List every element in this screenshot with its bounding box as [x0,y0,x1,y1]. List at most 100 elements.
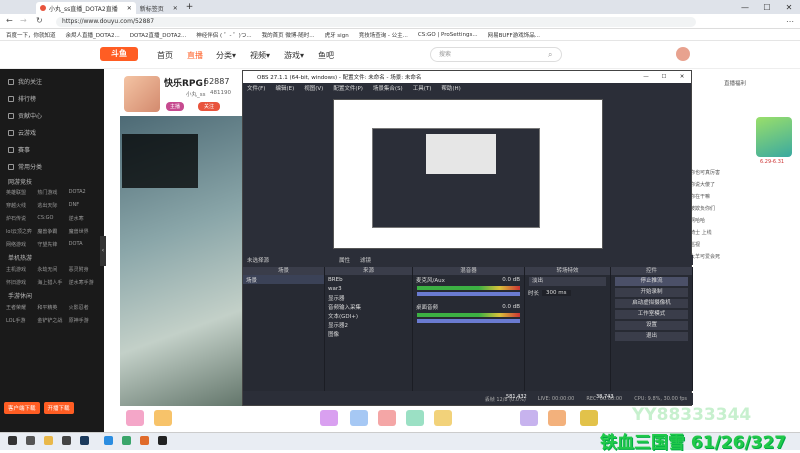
category-link[interactable]: 网络游戏 [6,241,35,248]
category-link[interactable]: 炉石传说 [6,215,35,222]
app-icon[interactable] [122,436,131,445]
maximize-icon[interactable]: ☐ [756,3,778,12]
follow-button[interactable]: 关注 [198,102,221,111]
tab-new[interactable]: 新标签页 ✕ [136,2,182,14]
nav-game[interactable]: 游戏▾ [284,50,304,61]
menu-item[interactable]: 视图(V) [304,84,323,92]
category-link[interactable]: lol云顶之弈 [6,228,35,235]
sidebar-item-follow[interactable]: 我的关注 [0,73,104,90]
gift-item[interactable] [434,410,452,426]
minimize-icon[interactable]: — [734,3,756,12]
category-link[interactable]: 永劫无间 [37,266,66,273]
bookmark-item[interactable]: CS:GO | ProSettings... [418,32,478,38]
streamer-avatar[interactable] [124,76,160,112]
bookmark-item[interactable]: 神经伴侣 ( ゜- ゜)つ... [196,31,251,39]
site-logo[interactable]: 斗鱼 [100,47,138,61]
category-link[interactable]: DNF [69,202,98,209]
sidebar-item-contrib[interactable]: 贡献中心 [0,107,104,124]
source-item[interactable]: war3 [325,284,412,293]
volume-slider[interactable] [417,319,520,323]
close-icon[interactable]: ✕ [173,5,178,12]
category-link[interactable]: 主机游戏 [6,266,35,273]
tab-douyu[interactable]: 小丸_ss直播_DOTA2直播 ✕ [36,2,136,14]
gift-item[interactable] [350,410,368,426]
bookmark-item[interactable]: 虎牙 sign [325,31,349,39]
category-link[interactable]: DOTA [69,241,98,248]
volume-slider[interactable] [417,292,520,296]
menu-item[interactable]: 文件(F) [247,84,265,92]
category-link[interactable]: 热门游戏 [37,189,66,196]
broadcast-download-button[interactable]: 开播下载 [43,402,74,414]
category-link[interactable]: 海上猎人手 [37,279,66,286]
bookmark-item[interactable]: 竞技场查询 - 公主... [359,31,408,39]
studio-mode-button[interactable]: 工作室模式 [615,310,688,319]
category-link[interactable]: LOL手游 [6,317,35,324]
bookmark-item[interactable]: 我的首页 微博-随时... [262,31,315,39]
category-link[interactable]: 和平精英 [37,304,66,311]
sidebar-item-cloud[interactable]: 云游戏 [0,124,104,141]
sidebar-item-rank[interactable]: 排行榜 [0,90,104,107]
category-link[interactable]: 逃出天际 [37,202,66,209]
category-link[interactable]: 魔兽争霸 [37,228,66,235]
gift-item[interactable] [406,410,424,426]
category-link[interactable]: 英雄联盟 [6,189,35,196]
sidebar-item-events[interactable]: 赛事 [0,141,104,158]
category-link[interactable]: 魔兽世界 [69,228,98,235]
streamer-name[interactable]: 小丸_ss [186,90,205,98]
gift-item[interactable] [154,410,172,426]
forward-icon[interactable]: → [20,16,27,25]
menu-item[interactable]: 编辑(E) [275,84,294,92]
menu-dots-icon[interactable]: ⋯ [786,17,794,26]
source-item[interactable]: 音频输入采集 [325,302,412,311]
minimize-icon[interactable]: — [637,74,655,80]
category-link[interactable]: 恶灵附身 [69,266,98,273]
search-icon[interactable]: ⌕ [548,50,552,60]
category-link[interactable]: 逆水寒 [69,215,98,222]
obs-preview[interactable] [333,99,603,249]
user-avatar[interactable] [676,47,690,61]
back-icon[interactable]: ← [6,16,13,25]
nav-category[interactable]: 分类▾ [216,50,236,61]
category-link[interactable]: 王者荣耀 [6,304,35,311]
start-record-button[interactable]: 开始录制 [615,288,688,297]
virtual-camera-button[interactable]: 启动虚拟摄像机 [615,299,688,308]
gift-item[interactable] [520,410,538,426]
source-item[interactable]: BREb [325,275,412,284]
reload-icon[interactable]: ↻ [36,16,43,25]
search-input[interactable]: 搜索 [430,47,562,62]
gift-item[interactable] [580,410,598,426]
category-link[interactable]: 穿越火线 [6,202,35,209]
close-icon[interactable]: ✕ [673,74,691,80]
stop-stream-button[interactable]: 停止推流 [615,277,688,286]
source-item[interactable]: 文本(GDI+) [325,311,412,320]
obs-icon[interactable] [158,436,167,445]
category-link[interactable]: 火影忍者 [69,304,98,311]
rank-label[interactable]: 直播福利 [724,79,746,87]
steam-icon[interactable] [80,436,89,445]
menu-item[interactable]: 场景集合(S) [373,84,403,92]
gift-item[interactable] [378,410,396,426]
menu-item[interactable]: 工具(T) [413,84,432,92]
bookmark-item[interactable]: DOTA2直播_DOTA2... [130,31,187,39]
category-link[interactable]: 守望先锋 [37,241,66,248]
scene-item[interactable]: 场景 [243,275,324,284]
nav-video[interactable]: 视频▾ [250,50,270,61]
category-link[interactable]: 原神手游 [69,317,98,324]
close-window-icon[interactable]: ✕ [778,3,800,12]
maximize-icon[interactable]: ☐ [655,74,673,80]
category-link[interactable]: DOTA2 [69,189,98,196]
stream-video[interactable] [120,116,242,412]
file-explorer-icon[interactable] [44,436,53,445]
category-link[interactable]: CS:GO [37,215,66,222]
nav-home[interactable]: 首页 [157,50,173,61]
bookmark-item[interactable]: 百度一下，你就知道 [6,31,56,39]
app-icon[interactable] [62,436,71,445]
filters-button[interactable]: 滤镜 [360,256,371,264]
source-item[interactable]: 图像 [325,329,412,338]
client-download-button[interactable]: 客户端下载 [4,402,40,414]
menu-item[interactable]: 帮助(H) [441,84,460,92]
menu-item[interactable]: 配置文件(P) [333,84,363,92]
category-link[interactable]: 怀旧游戏 [6,279,35,286]
app-icon[interactable] [140,436,149,445]
exit-button[interactable]: 退出 [615,332,688,341]
